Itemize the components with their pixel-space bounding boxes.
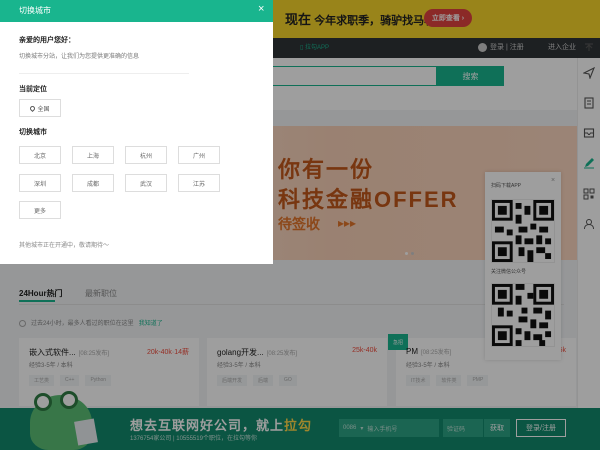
switch-city-label: 切换城市 — [19, 129, 47, 136]
city-option[interactable]: 广州 — [178, 146, 220, 164]
modal-title: 切换城市 — [19, 6, 51, 15]
city-option[interactable]: 北京 — [19, 146, 61, 164]
city-option[interactable]: 武汉 — [125, 174, 167, 192]
divider — [19, 73, 189, 74]
current-location-label: 当前定位 — [19, 86, 47, 93]
modal-note: 其他城市正在开通中，敬请期待～ — [19, 243, 110, 249]
current-city-button[interactable]: 全国 — [19, 99, 61, 117]
location-pin-icon — [29, 104, 37, 112]
modal-greeting: 亲爱的用户您好： — [19, 37, 75, 44]
close-icon[interactable]: × — [258, 3, 264, 15]
city-option[interactable]: 上海 — [72, 146, 114, 164]
city-option[interactable]: 杭州 — [125, 146, 167, 164]
modal-info: 切换城市分站，让我们为您提供更准确的信息 — [19, 54, 140, 60]
city-option[interactable]: 江苏 — [178, 174, 220, 192]
city-switch-modal: 切换城市 × 亲爱的用户您好： 切换城市分站，让我们为您提供更准确的信息 当前定… — [0, 0, 273, 264]
city-option[interactable]: 成都 — [72, 174, 114, 192]
more-cities-button[interactable]: 更多 — [19, 201, 61, 219]
city-option[interactable]: 深圳 — [19, 174, 61, 192]
